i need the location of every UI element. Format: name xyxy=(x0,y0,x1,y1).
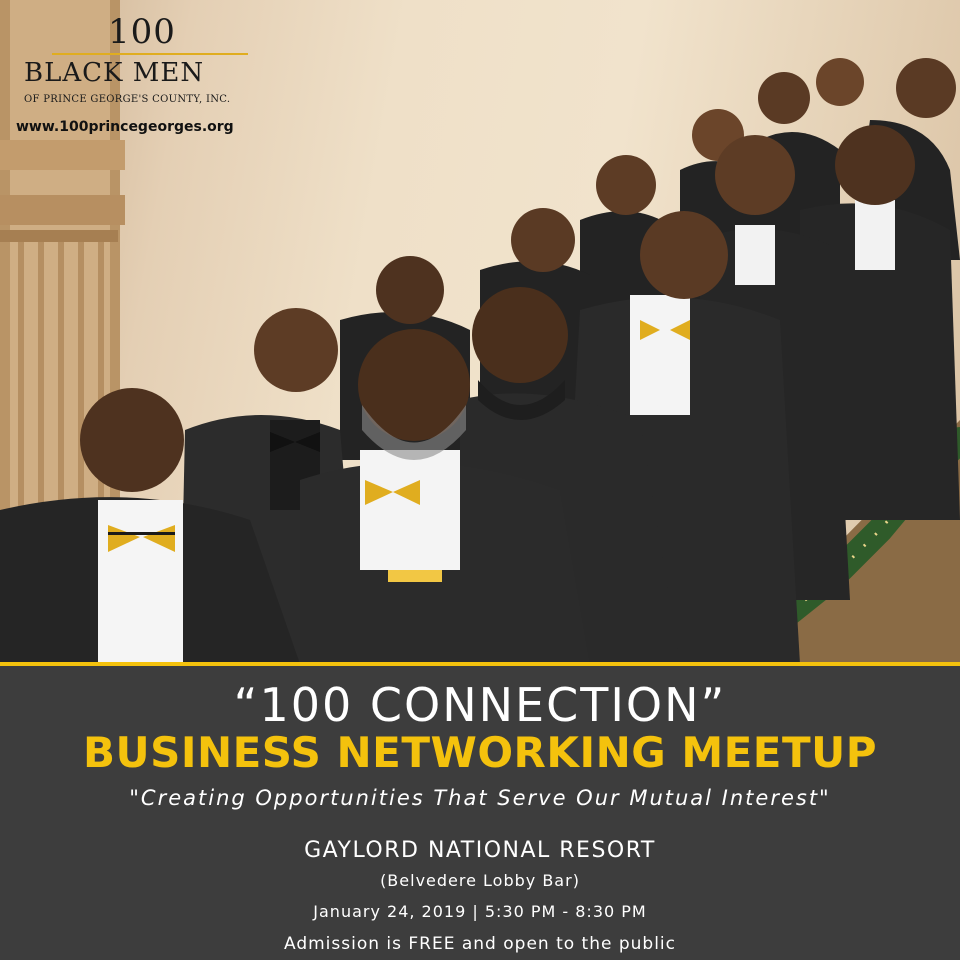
logo-name: BLACK MEN xyxy=(24,58,205,88)
event-flyer: 100 BLACK MEN OF PRINCE GEORGE'S COUNTY,… xyxy=(0,0,960,960)
event-room: (Belvedere Lobby Bar) xyxy=(380,871,580,890)
organization-logo: 100 BLACK MEN OF PRINCE GEORGE'S COUNTY,… xyxy=(0,0,300,150)
logo-number: 100 xyxy=(108,12,176,52)
event-tagline: "Creating Opportunities That Serve Our M… xyxy=(129,786,831,810)
event-date-time: January 24, 2019 | 5:30 PM - 8:30 PM xyxy=(313,902,647,921)
event-venue: GAYLORD NATIONAL RESORT xyxy=(304,838,656,863)
event-title: “100 CONNECTION” xyxy=(233,678,727,732)
event-info-panel: “100 CONNECTION” BUSINESS NETWORKING MEE… xyxy=(0,666,960,960)
logo-rule xyxy=(52,53,248,55)
logo-subtitle: OF PRINCE GEORGE'S COUNTY, INC. xyxy=(24,94,231,105)
event-admission: Admission is FREE and open to the public xyxy=(283,934,677,954)
event-subtitle: BUSINESS NETWORKING MEETUP xyxy=(82,728,878,777)
website-url[interactable]: www.100princegeorges.org xyxy=(16,119,234,135)
